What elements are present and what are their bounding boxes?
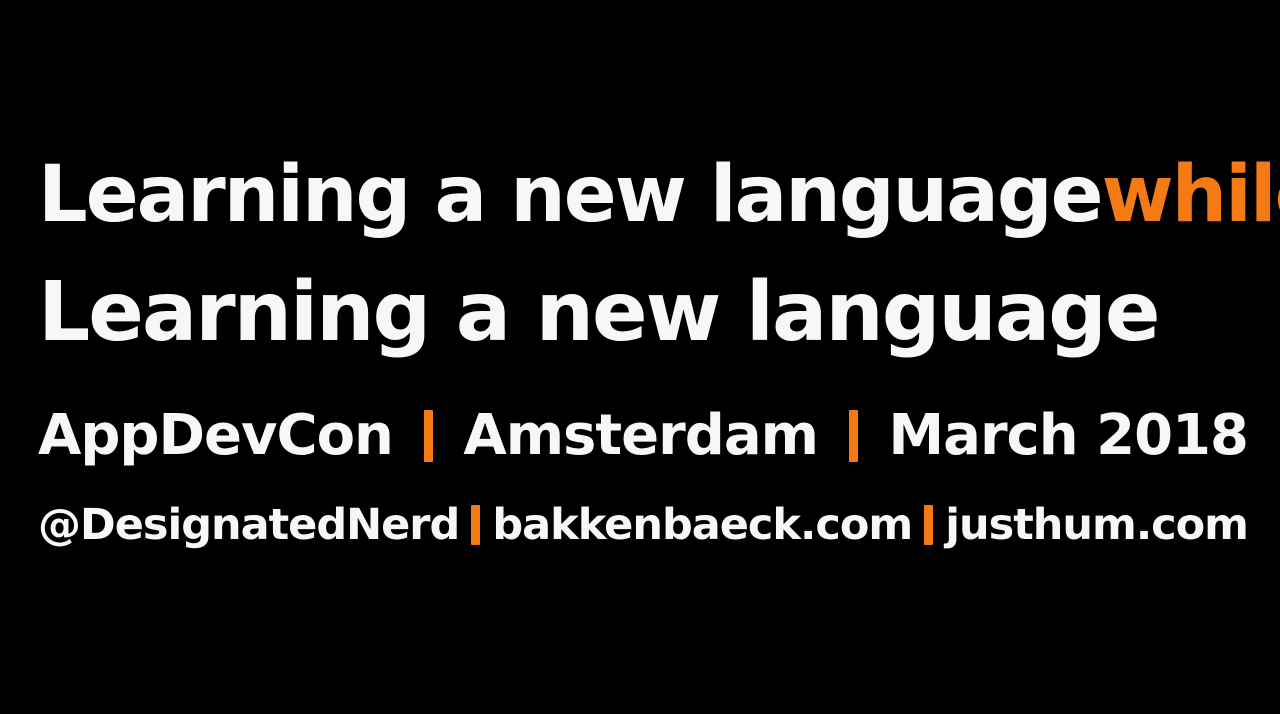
separator-bar: [924, 505, 934, 545]
event-info-line: AppDevCon Amsterdam March 2018: [38, 403, 1249, 468]
event-city: Amsterdam: [463, 403, 819, 468]
twitter-handle: @DesignatedNerd: [38, 500, 460, 550]
title-line-1: Learning a new language while: [38, 150, 1280, 240]
website-bakkenbaeck: bakkenbaeck.com: [492, 500, 913, 550]
title-line-2-text: Learning a new language: [38, 265, 1160, 360]
title-line-1-text: Learning a new language: [38, 150, 1104, 240]
event-name: AppDevCon: [38, 403, 394, 468]
title-accent-word: while: [1101, 150, 1280, 240]
separator-bar: [471, 505, 481, 545]
links-line: @DesignatedNerd bakkenbaeck.com justhum.…: [38, 500, 1249, 550]
title-line-2: Learning a new language: [38, 265, 1248, 360]
website-justhum: justhum.com: [945, 500, 1249, 550]
separator-bar: [848, 409, 858, 462]
event-date: March 2018: [888, 403, 1249, 468]
title-slide: Learning a new language while Learning a…: [0, 0, 1280, 714]
separator-bar: [423, 409, 433, 462]
